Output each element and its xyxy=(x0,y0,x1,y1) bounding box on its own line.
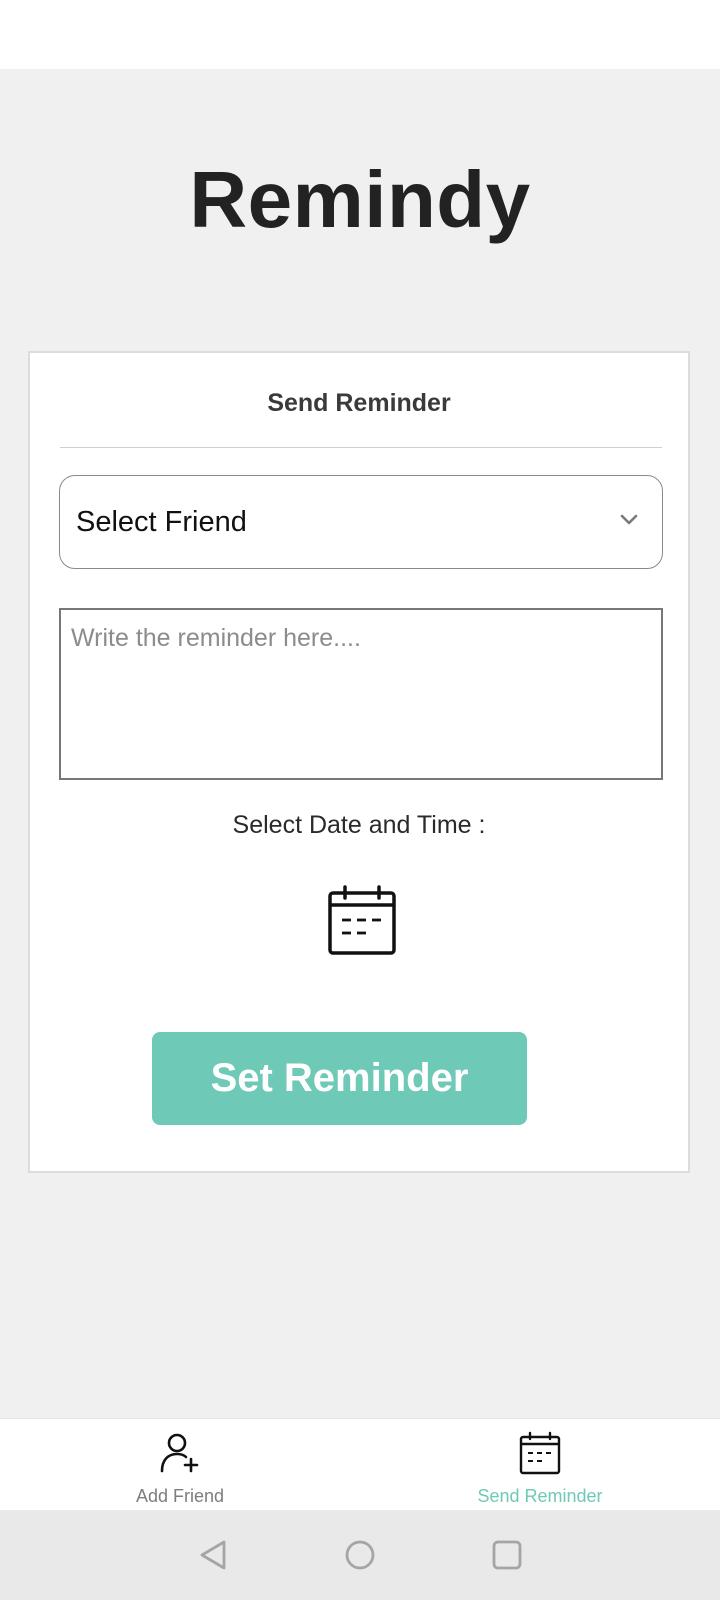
chevron-down-icon xyxy=(620,514,638,525)
nav-label-add-friend: Add Friend xyxy=(135,1486,225,1506)
back-icon[interactable] xyxy=(197,1538,231,1572)
reminder-textarea[interactable] xyxy=(59,608,663,780)
home-icon[interactable] xyxy=(343,1538,377,1572)
nav-item-add-friend[interactable]: Add Friend xyxy=(0,1419,360,1511)
calendar-icon xyxy=(519,1431,561,1475)
send-reminder-card: Send Reminder Select Friend Select Date … xyxy=(28,351,690,1173)
friend-select-value: Select Friend xyxy=(76,506,247,538)
set-reminder-button[interactable]: Set Reminder xyxy=(152,1032,527,1125)
system-navigation-bar xyxy=(0,1510,720,1600)
status-bar xyxy=(0,0,720,69)
recents-icon[interactable] xyxy=(490,1538,524,1572)
app-title: Remindy xyxy=(189,155,531,244)
add-user-icon xyxy=(160,1433,199,1473)
card-divider xyxy=(60,447,662,448)
friend-select-dropdown[interactable]: Select Friend xyxy=(59,475,663,569)
bottom-navigation: Add Friend Send Reminder xyxy=(0,1418,720,1511)
calendar-icon[interactable] xyxy=(327,885,397,955)
nav-label-send-reminder: Send Reminder xyxy=(477,1486,603,1506)
date-time-label: Select Date and Time : xyxy=(232,811,486,839)
card-title: Send Reminder xyxy=(267,389,451,417)
nav-item-send-reminder[interactable]: Send Reminder xyxy=(360,1419,720,1511)
